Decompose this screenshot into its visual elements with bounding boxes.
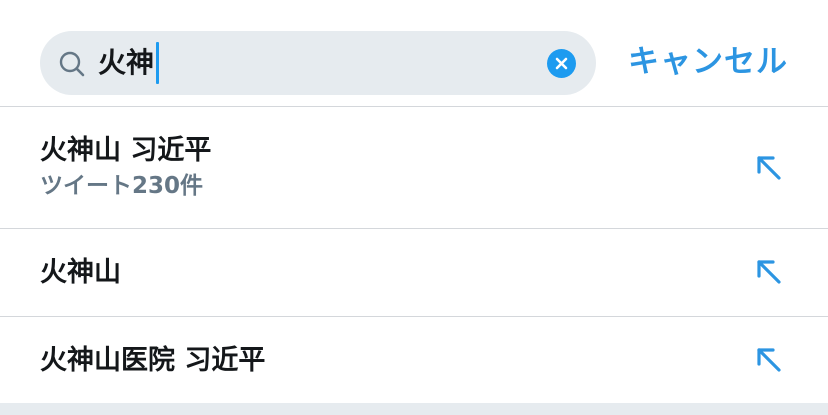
arrow-up-left-icon[interactable] xyxy=(752,343,786,377)
arrow-up-left-icon[interactable] xyxy=(752,255,786,289)
suggestion-item[interactable]: 火神山 xyxy=(0,229,828,317)
cancel-button[interactable]: キャンセル xyxy=(628,40,788,84)
arrow-up-left-icon[interactable] xyxy=(752,151,786,185)
suggestion-title: 火神山医院 习近平 xyxy=(40,345,266,376)
suggestion-item[interactable]: 火神山 习近平 ツイート230件 xyxy=(0,107,828,229)
search-icon xyxy=(58,50,86,78)
suggestion-tweet-count: ツイート230件 xyxy=(40,173,204,199)
suggestion-list: 火神山 习近平 ツイート230件 火神山 火神山医院 习近平 xyxy=(0,107,828,405)
suggestion-title: 火神山 习近平 xyxy=(40,135,212,166)
suggestion-item[interactable]: 火神山医院 习近平 xyxy=(0,317,828,405)
search-header: 火神 キャンセル xyxy=(0,0,828,107)
search-query: 火神 xyxy=(98,42,160,84)
list-footer-bar xyxy=(0,403,828,415)
suggestion-title: 火神山 xyxy=(40,257,121,288)
search-query-text: 火神 xyxy=(98,46,155,79)
clear-button[interactable] xyxy=(547,49,576,78)
clear-icon xyxy=(555,57,568,70)
text-caret xyxy=(156,42,160,84)
search-input[interactable]: 火神 xyxy=(40,31,596,95)
